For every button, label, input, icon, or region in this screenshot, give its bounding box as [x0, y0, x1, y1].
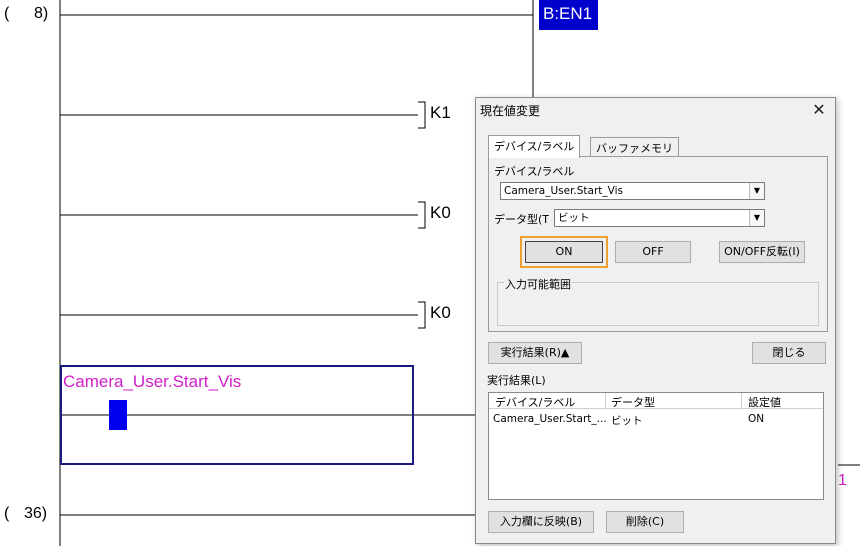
cursor-block [109, 400, 127, 430]
column-header[interactable]: 設定値 [748, 394, 781, 410]
delete-button[interactable]: 削除(C) [606, 511, 684, 533]
datatype-combobox[interactable]: ビット ▼ [554, 209, 765, 227]
off-button[interactable]: OFF [615, 241, 691, 263]
column-divider[interactable] [605, 393, 606, 409]
exec-result-caption: 実行結果(L) [487, 374, 546, 387]
input-range-group: 入力可能範囲 [497, 276, 819, 326]
column-divider[interactable] [741, 393, 742, 409]
en-device-label[interactable]: B:EN1 [539, 0, 598, 30]
tab-panel: デバイス/ラベル Camera_User.Start_Vis ▼ データ型(T … [488, 156, 828, 332]
result-table-header: デバイス/ラベル データ型 設定値 [489, 393, 823, 409]
step-paren-open: ( [4, 5, 10, 22]
chevron-down-icon[interactable]: ▼ [749, 210, 764, 226]
close-button[interactable]: 閉じる [752, 342, 826, 364]
selected-device-label[interactable]: Camera_User.Start_Vis [63, 372, 241, 392]
contact-label[interactable]: K0 [430, 303, 451, 323]
table-cell: Camera_User.Start_... [493, 413, 607, 425]
device-combobox-value: Camera_User.Start_Vis [504, 185, 624, 197]
on-button[interactable]: ON [520, 236, 608, 268]
right-edge-label: 1 [838, 472, 847, 489]
column-header[interactable]: デバイス/ラベル [495, 394, 575, 410]
result-table[interactable]: デバイス/ラベル データ型 設定値 Camera_User.Start_... … [488, 392, 824, 500]
step-number: 36) [24, 505, 48, 522]
step-paren-open: ( [4, 505, 10, 522]
datatype-caption: データ型(T [494, 213, 550, 226]
modify-value-dialog: 現在値変更 ✕ デバイス/ラベル バッファメモリ デバイス/ラベル Camera… [475, 97, 836, 544]
tab-device-label[interactable]: デバイス/ラベル [488, 135, 581, 158]
contact-label[interactable]: K0 [430, 203, 451, 223]
contact-label[interactable]: K1 [430, 103, 451, 123]
table-cell: ビット [611, 415, 643, 427]
close-icon[interactable]: ✕ [809, 100, 829, 120]
dialog-title: 現在値変更 [480, 104, 541, 118]
toggle-on-off-button[interactable]: ON/OFF反転(I) [719, 241, 805, 263]
tab-buffer-memory[interactable]: バッファメモリ [590, 137, 679, 157]
reflect-to-input-button[interactable]: 入力欄に反映(B) [488, 511, 594, 533]
device-label-caption: デバイス/ラベル [494, 165, 575, 178]
datatype-combobox-value: ビット [558, 212, 590, 224]
input-range-title: 入力可能範囲 [504, 276, 572, 292]
exec-result-toggle-button[interactable]: 実行結果(R)▲ [488, 342, 582, 364]
column-header[interactable]: データ型 [611, 394, 655, 410]
step-number: 8) [34, 5, 49, 22]
chevron-down-icon[interactable]: ▼ [749, 183, 764, 199]
table-cell: ON [748, 413, 765, 425]
device-combobox[interactable]: Camera_User.Start_Vis ▼ [500, 182, 765, 200]
